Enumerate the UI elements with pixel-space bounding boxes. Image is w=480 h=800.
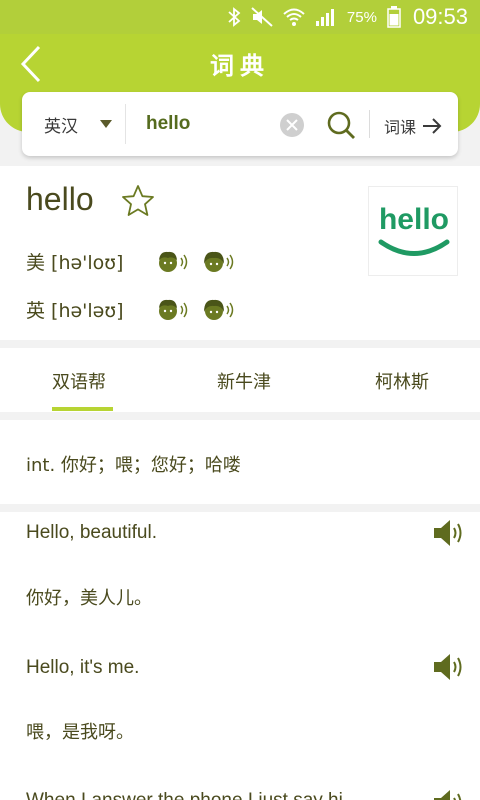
active-tab-indicator [52, 407, 113, 411]
example-chinese: 喂，是我呀。 [26, 722, 134, 743]
example-chinese: 你好，美人儿。 [26, 588, 152, 609]
female-voice-icon[interactable] [202, 297, 236, 323]
examples-list: Hello, beautiful. 你好，美人儿。 Hello, it's me… [0, 512, 480, 800]
star-icon[interactable] [121, 184, 155, 218]
speaker-icon[interactable] [432, 518, 466, 548]
female-voice-icon[interactable] [202, 249, 236, 275]
wifi-icon [283, 7, 305, 27]
speaker-icon[interactable] [432, 652, 466, 682]
pronunciation-uk: 英 [hə'ləʊ] [26, 296, 248, 323]
male-voice-icon[interactable] [156, 249, 190, 275]
dropdown-arrow-icon [100, 120, 112, 128]
pronunciation-us-label: 美 [hə'loʊ] [26, 252, 124, 274]
tab-collins[interactable]: 柯林斯 [375, 368, 429, 394]
clock: 09:53 [412, 4, 468, 29]
tab-oxford[interactable]: 新牛津 [217, 368, 271, 394]
bluetooth-icon [227, 7, 241, 27]
language-label: 英汉 [44, 116, 78, 137]
search-icon[interactable] [326, 110, 356, 140]
status-bar: 75% 09:53 [0, 0, 480, 34]
arrow-right-icon [423, 118, 442, 134]
word-card: hello 美 [hə'loʊ] 英 [hə'ləʊ] hello [0, 166, 480, 340]
search-bar: 英汉 hello 词课 [22, 92, 458, 156]
search-input[interactable]: hello [146, 113, 276, 135]
language-select[interactable]: 英汉 [22, 104, 126, 144]
male-voice-icon[interactable] [156, 297, 190, 323]
source-tabs: 双语帮 新牛津 柯林斯 [0, 348, 480, 412]
pronunciation-us: 美 [hə'loʊ] [26, 248, 248, 275]
example-english: Hello, it's me. [26, 657, 140, 678]
mute-icon [251, 7, 273, 27]
example-english: Hello, beautiful. [26, 522, 157, 543]
definition-text: int. 你好；喂；您好；哈喽 [26, 455, 241, 476]
word-logo: hello [368, 186, 458, 276]
search-divider [369, 110, 370, 138]
example-english: When I answer the phone I just say hi [26, 790, 343, 800]
logo-text: hello [379, 203, 449, 236]
pronunciation-uk-label: 英 [hə'ləʊ] [26, 300, 124, 322]
definition-panel: int. 你好；喂；您好；哈喽 [0, 420, 480, 504]
battery-icon [387, 6, 401, 28]
lesson-label: 词课 [384, 118, 417, 137]
signal-icon [315, 7, 337, 27]
dictionary-screen: 75% 09:53 词典 英汉 hello 词课 hello 美 [hə'loʊ… [0, 0, 480, 800]
tab-bilingual[interactable]: 双语帮 [52, 368, 106, 394]
lesson-button[interactable]: 词课 [384, 114, 442, 138]
speaker-icon[interactable] [432, 788, 466, 800]
headword: hello [26, 181, 94, 217]
battery-percent: 75% [346, 8, 377, 26]
clear-icon[interactable] [280, 113, 304, 137]
page-title: 词典 [210, 52, 270, 80]
